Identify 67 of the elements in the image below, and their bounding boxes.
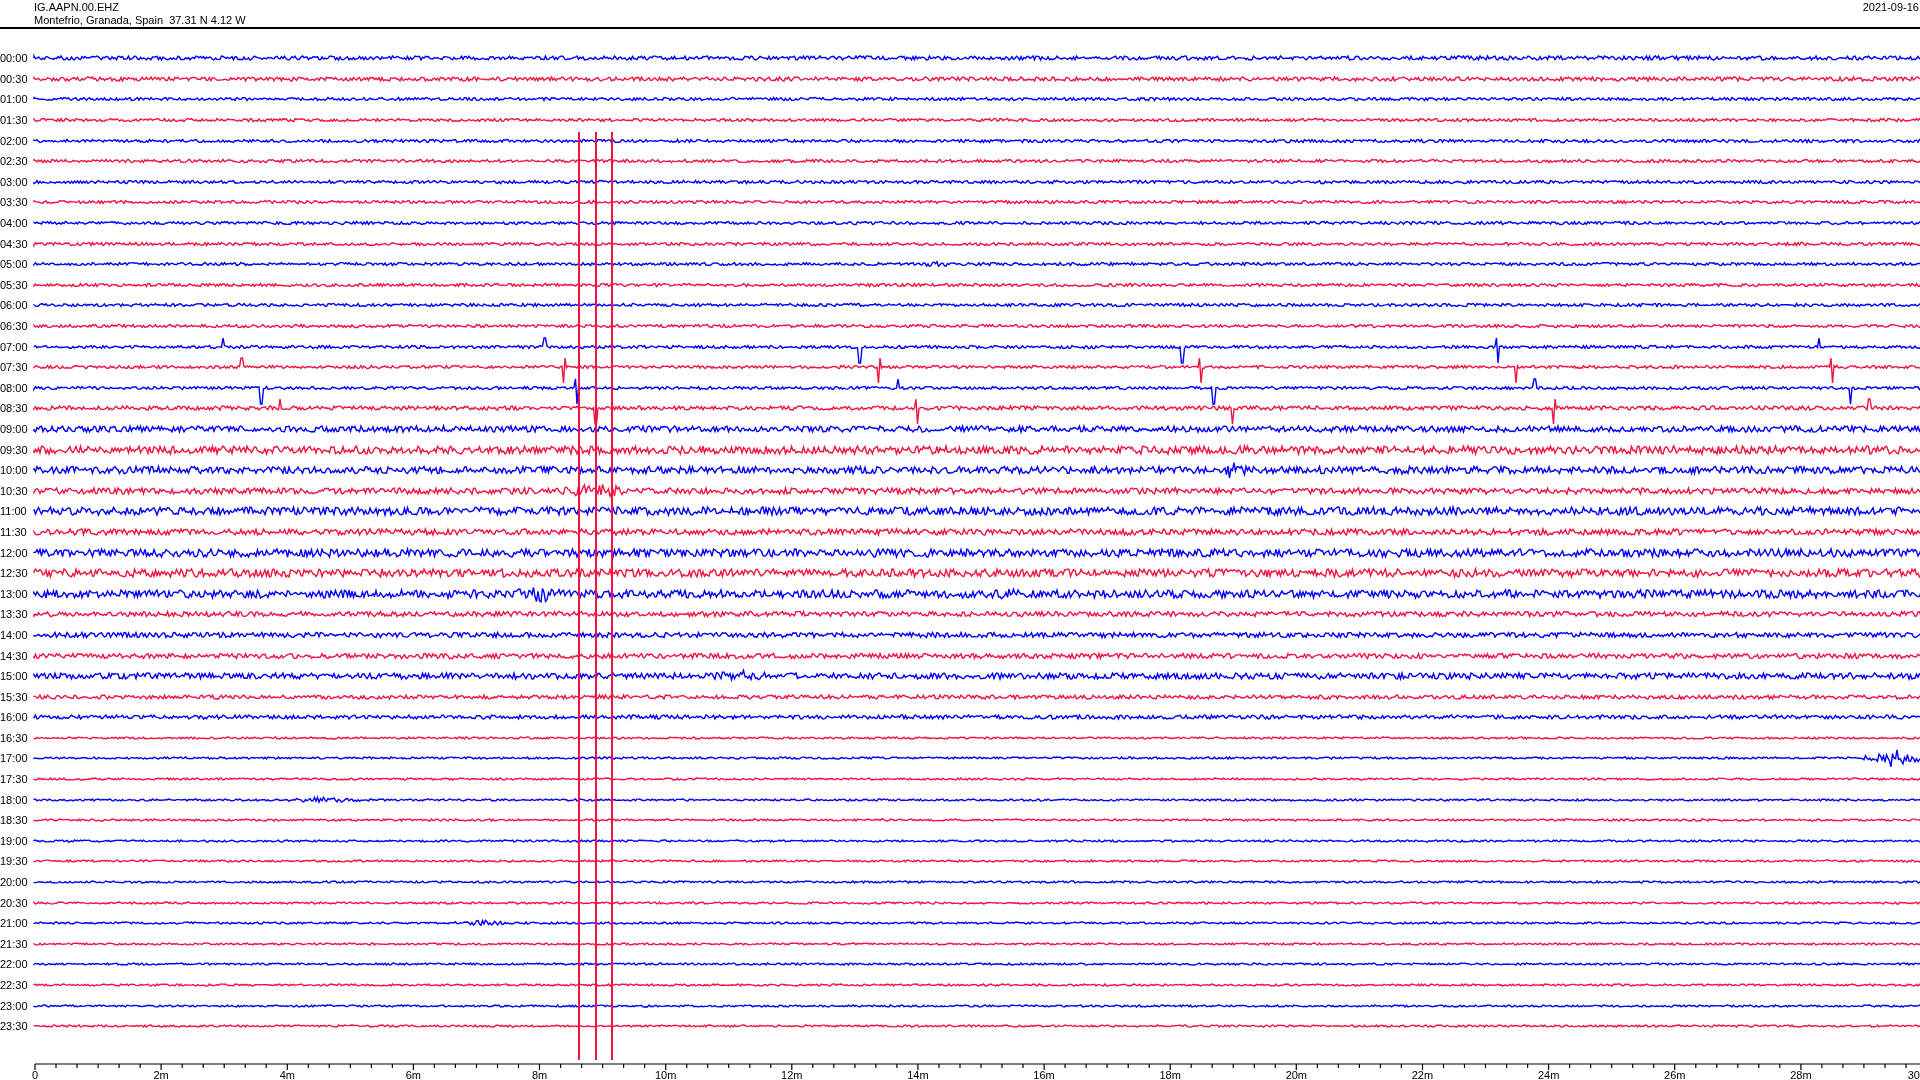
- axis-label: 12m: [781, 1069, 803, 1080]
- time-label: 08:30: [0, 402, 29, 415]
- time-label: 14:00: [0, 628, 29, 641]
- time-label: 07:00: [0, 340, 29, 353]
- time-label: 06:30: [0, 320, 29, 332]
- date-label: 2021-09-16: [1862, 0, 1920, 15]
- time-label: 03:00: [0, 175, 29, 188]
- time-label: 19:30: [0, 855, 29, 868]
- time-label: 23:00: [0, 999, 29, 1012]
- time-label: 13:00: [0, 587, 29, 600]
- time-label: 10:30: [0, 484, 29, 497]
- time-label: 15:30: [0, 690, 29, 703]
- time-label: 17:30: [0, 773, 29, 786]
- time-label: 22:30: [0, 979, 29, 991]
- time-label: 00:00: [0, 52, 29, 65]
- time-label: 21:30: [0, 937, 29, 950]
- time-label: 20:00: [0, 876, 29, 889]
- time-label: 23:30: [0, 1020, 29, 1033]
- time-label: 04:00: [0, 217, 29, 230]
- time-label: 00:30: [0, 72, 29, 85]
- axis-label: 8m: [531, 1069, 548, 1080]
- time-label: 05:00: [0, 258, 29, 271]
- axis-label: 18m: [1159, 1069, 1181, 1080]
- axis-label: 26m: [1664, 1069, 1686, 1080]
- axis-label: 22m: [1411, 1069, 1434, 1080]
- axis-label: 10m: [654, 1069, 677, 1080]
- time-label: 08:00: [0, 381, 29, 394]
- axis-label: 20m: [1285, 1069, 1308, 1080]
- time-label: 20:30: [0, 896, 29, 909]
- time-label: 11:30: [0, 525, 28, 538]
- time-label: 19:00: [0, 834, 29, 847]
- time-label: 09:00: [0, 423, 29, 435]
- time-label: 12:00: [0, 546, 29, 559]
- axis-label: 16m: [1033, 1069, 1055, 1080]
- axis-label: 24m: [1537, 1069, 1560, 1080]
- time-label: 18:30: [0, 814, 29, 827]
- time-label: 04:30: [0, 237, 29, 250]
- station-code: IG.AAPN.00.EHZ: [34, 1, 120, 14]
- station-location: Montefrio, Granada, Spain 37.31 N 4.12 W: [34, 14, 246, 27]
- time-label: 09:30: [0, 443, 29, 456]
- time-label: 05:30: [0, 278, 29, 291]
- time-label: 16:00: [0, 711, 29, 724]
- axis-label: 2m: [153, 1069, 169, 1080]
- time-label: 16:30: [0, 731, 29, 744]
- time-label: 10:00: [0, 464, 29, 477]
- axis-label: 0: [32, 1069, 39, 1080]
- time-label: 01:00: [0, 93, 29, 106]
- time-label: 17:00: [0, 752, 29, 765]
- time-label: 18:00: [0, 793, 29, 806]
- axis-label: 4m: [279, 1069, 295, 1080]
- axis-label: 6m: [405, 1069, 422, 1080]
- time-label: 14:30: [0, 649, 29, 662]
- time-label: 06:00: [0, 299, 29, 312]
- time-label: 15:00: [0, 670, 29, 683]
- axis-label: 14m: [907, 1069, 929, 1080]
- time-label: 22:00: [0, 958, 29, 971]
- axis-label: 28m: [1790, 1069, 1812, 1080]
- time-label: 03:30: [0, 196, 29, 209]
- time-label: 01:30: [0, 114, 29, 127]
- axis-label: 30: [1907, 1069, 1920, 1080]
- time-label: 02:30: [0, 155, 29, 168]
- time-label: 02:00: [0, 134, 29, 147]
- time-label: 11:00: [0, 505, 28, 518]
- time-label: 07:30: [0, 361, 29, 374]
- time-label: 13:30: [0, 608, 29, 621]
- time-label: 21:00: [0, 917, 29, 930]
- time-label: 12:30: [0, 567, 29, 580]
